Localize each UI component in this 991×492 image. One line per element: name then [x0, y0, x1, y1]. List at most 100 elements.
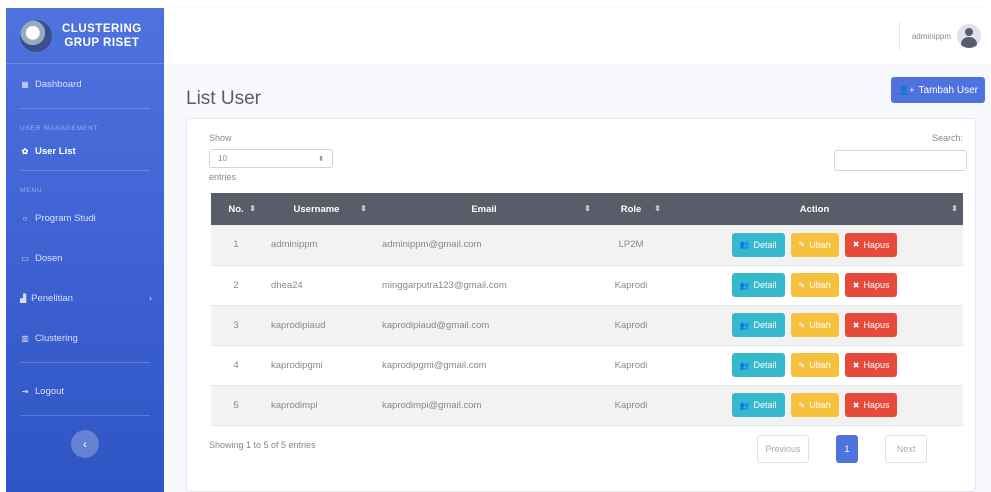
cell-email: minggarputra123@gmail.com — [372, 265, 596, 306]
chart-icon: ▟ — [20, 293, 27, 303]
chevron-left-icon: ‹ — [83, 437, 87, 451]
delete-button-label: Hapus — [863, 280, 890, 290]
cell-no: 1 — [211, 225, 261, 266]
select-arrows-icon: ⬍ — [318, 155, 324, 163]
users-icon: 👥 — [739, 320, 750, 330]
detail-button[interactable]: 👥 Detail — [731, 353, 785, 377]
delete-button[interactable]: ✖ Hapus — [844, 353, 898, 377]
users-icon: 👥 — [739, 400, 750, 410]
sidebar: CLUSTERING GRUP RISET ▦ Dashboard USER M… — [6, 8, 164, 492]
user-edit-icon: ✎ — [798, 400, 806, 410]
avatar[interactable] — [957, 24, 981, 48]
sidebar-toggle-button[interactable]: ‹ — [71, 430, 99, 458]
edit-button[interactable]: ✎ Ubah — [790, 393, 839, 417]
brand-line2: GRUP RISET — [64, 36, 140, 49]
sidebar-item-dashboard[interactable]: ▦ Dashboard — [6, 64, 164, 104]
sort-icon: ⬍ — [360, 204, 367, 213]
table-row: 5 kaprodimpi kaprodimpi@gmail.com Kaprodi 👥 D… — [211, 385, 963, 426]
column-header-action[interactable]: Action ⬍ — [666, 193, 963, 225]
user-table-card: Show 10 ⬍ entries Search: No. ⬍ Username ⬍… — [186, 118, 976, 492]
chevron-right-icon: › — [149, 293, 152, 303]
cell-email: adminippm@gmail.com — [372, 225, 596, 266]
sidebar-item-label: Dashboard — [35, 78, 82, 90]
column-header-username[interactable]: Username ⬍ — [261, 193, 372, 225]
sidebar-item-label: Dosen — [35, 252, 63, 264]
column-header-role[interactable]: Role ⬍ — [596, 193, 666, 225]
detail-button-label: Detail — [753, 239, 777, 250]
sidebar-item-user-list[interactable]: ✿ User List — [6, 136, 164, 166]
sidebar-item-label: User List — [35, 145, 76, 157]
detail-button[interactable]: 👥 Detail — [731, 393, 785, 417]
sidebar-item-penelitian[interactable]: ▟ Penelitian › — [6, 278, 164, 318]
cell-username: kaprodipiaud — [261, 305, 372, 346]
sidebar-divider — [20, 415, 150, 416]
add-user-button[interactable]: 👤+ Tambah User — [891, 77, 985, 103]
delete-button-label: Hapus — [863, 239, 890, 250]
edit-button-label: Ubah — [809, 320, 831, 330]
table-row: 1 adminippm adminippm@gmail.com LP2M 👥 Detail… — [211, 225, 963, 266]
user-table: No. ⬍ Username ⬍ Email ⬍ Role ⬍ Action ⬍ 1 adm… — [211, 193, 963, 426]
brand-line1: CLUSTERING — [62, 22, 142, 35]
brand-text: CLUSTERING GRUP RISET — [62, 22, 142, 50]
sidebar-item-label: Clustering — [35, 332, 78, 344]
edit-button[interactable]: ✎ Ubah — [790, 232, 839, 257]
search-label: Search: — [931, 133, 963, 143]
cell-no: 3 — [211, 305, 261, 346]
topbar-username[interactable]: adminippm — [912, 32, 951, 41]
user-delete-icon: ✖ — [852, 400, 860, 410]
column-header-email[interactable]: Email ⬍ — [372, 193, 596, 225]
edit-button[interactable]: ✎ Ubah — [790, 313, 839, 337]
cell-username: kaprodipgmi — [261, 345, 372, 386]
table-row: 2 dhea24 minggarputra123@gmail.com Kaprodi 👥… — [211, 265, 963, 306]
sort-icon: ⬍ — [584, 204, 591, 213]
column-header-no[interactable]: No. ⬍ — [211, 193, 261, 225]
table-info: Showing 1 to 5 of 5 entries — [209, 440, 316, 450]
edit-button-label: Ubah — [809, 360, 831, 370]
logout-icon: ⇥ — [21, 386, 29, 396]
column-header-label: Action — [799, 203, 830, 215]
sidebar-divider — [20, 108, 150, 109]
column-header-label: Username — [293, 203, 340, 215]
entries-length-select[interactable]: 10 ⬍ — [209, 149, 333, 168]
detail-button[interactable]: 👥 Detail — [731, 273, 785, 297]
sidebar-item-label: Penelitian — [31, 292, 73, 304]
edit-button-label: Ubah — [809, 400, 831, 410]
cell-action: 👥 Detail ✎ Ubah ✖ Hapus — [666, 345, 963, 386]
delete-button[interactable]: ✖ Hapus — [844, 393, 898, 417]
delete-button[interactable]: ✖ Hapus — [844, 232, 898, 257]
user-delete-icon: ✖ — [852, 280, 860, 290]
page-title: List User — [186, 88, 261, 109]
edit-button-label: Ubah — [809, 280, 831, 290]
pagination-page-1[interactable]: 1 — [836, 435, 858, 463]
cell-role: Kaprodi — [596, 305, 666, 346]
detail-button[interactable]: 👥 Detail — [731, 313, 785, 337]
cell-no: 5 — [211, 385, 261, 426]
user-edit-icon: ✎ — [798, 240, 806, 250]
cell-role: Kaprodi — [596, 345, 666, 386]
sort-icon: ⬍ — [951, 204, 958, 213]
pagination-next[interactable]: Next — [885, 435, 927, 463]
search-input[interactable] — [834, 150, 967, 171]
user-delete-icon: ✖ — [852, 240, 860, 250]
logo-icon — [20, 19, 52, 52]
table-row: 3 kaprodipiaud kaprodipiaud@gmail.com Kapro… — [211, 305, 963, 346]
edit-button[interactable]: ✎ Ubah — [790, 353, 839, 377]
sidebar-item-logout[interactable]: ⇥ Logout — [6, 371, 164, 411]
entries-length-value: 10 — [218, 154, 227, 163]
cell-email: kaprodimpi@gmail.com — [372, 385, 596, 426]
column-header-label: No. — [228, 203, 244, 215]
delete-button[interactable]: ✖ Hapus — [844, 273, 898, 297]
delete-button[interactable]: ✖ Hapus — [844, 313, 898, 337]
detail-button[interactable]: 👥 Detail — [731, 232, 785, 257]
pagination-previous[interactable]: Previous — [757, 435, 809, 463]
sidebar-item-clustering[interactable]: ▥ Clustering — [6, 318, 164, 358]
main-content: List User 👤+ Tambah User Show 10 ⬍ entri… — [164, 64, 991, 492]
user-delete-icon: ✖ — [852, 320, 860, 330]
column-header-label: Role — [620, 203, 642, 215]
cell-role: Kaprodi — [596, 265, 666, 306]
sidebar-item-dosen[interactable]: ▭ Dosen — [6, 238, 164, 278]
brand[interactable]: CLUSTERING GRUP RISET — [6, 8, 164, 64]
sidebar-item-program-studi[interactable]: ○ Program Studi — [6, 198, 164, 238]
sidebar-item-label: Program Studi — [35, 212, 96, 224]
edit-button[interactable]: ✎ Ubah — [790, 273, 839, 297]
